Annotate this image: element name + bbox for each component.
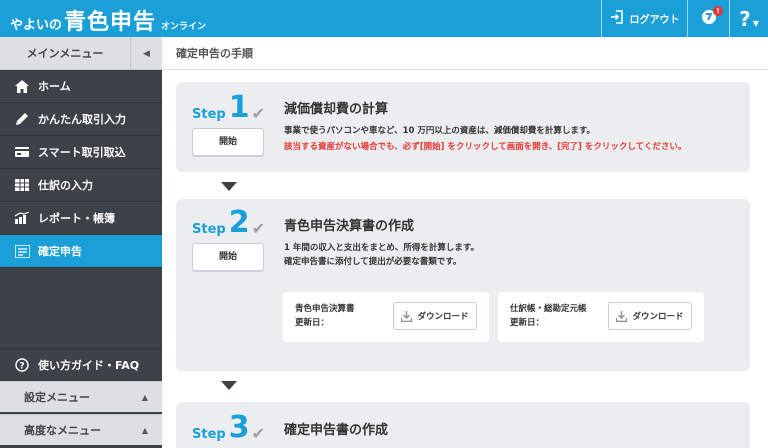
step2-desc-line: 1 年間の収入と支出をまとめ、所得を計算します。 [284, 243, 480, 253]
step1-description: 事業で使うパソコンや車など、10 万円以上の資産は、減価償却費を計算します。 [284, 126, 596, 136]
faq-label: 使い方ガイド・FAQ [38, 359, 140, 372]
step2-description: 1 年間の収入と支出をまとめ、所得を計算します。 確定申告書に添付して提出が必要… [284, 241, 479, 269]
download-label: ダウンロード [632, 312, 684, 322]
sidebar-item-label: レポート・帳簿 [38, 212, 115, 225]
card-icon [14, 145, 30, 159]
step2-desc-line: 確定申告書に添付して提出が必要な書類です。 [284, 257, 462, 267]
step1-warning: 該当する資産がない場合でも、必ず[開始] をクリックして画面を開き、[完了] を… [284, 142, 687, 152]
pen-icon [14, 112, 30, 126]
step2-start-button[interactable]: 開始 [192, 243, 264, 271]
step-number: 3 [228, 410, 250, 445]
logout-button[interactable]: ログアウト [601, 0, 687, 37]
flow-arrow-icon [221, 182, 237, 191]
check-icon: ✔ [251, 104, 265, 123]
main-content: 確定申告の手順 Step 1 ✔ 開始 減価償却費の計算 事業で使うパソコンや車… [162, 37, 768, 448]
logo-title: 青色申告 [64, 10, 157, 35]
download-box-statement: 青色申告決算書 更新日： ダウンロード [283, 292, 489, 342]
advanced-menu-toggle[interactable]: 高度なメニュー ▲ [0, 414, 162, 445]
logout-icon [610, 10, 624, 27]
logout-label: ログアウト [629, 15, 680, 26]
sidebar-item-label: かんたん取引入力 [38, 113, 126, 126]
check-icon: ✔ [251, 424, 265, 443]
download-box-ledger: 仕訳帳・総勘定元帳 更新日： ダウンロード [498, 292, 704, 342]
question-circle-icon: ? [14, 358, 30, 372]
sidebar-item-reports[interactable]: レポート・帳簿 [0, 202, 162, 235]
step-word: Step [192, 107, 226, 122]
step3-title: 確定申告書の作成 [284, 423, 389, 438]
download-info: 仕訳帳・総勘定元帳 更新日： [510, 302, 587, 330]
chevron-down-icon: ▼ [752, 19, 759, 28]
document-icon [14, 244, 30, 258]
step-word: Step [192, 222, 226, 237]
main-menu-header: メインメニュー ◀ [0, 37, 162, 70]
collapse-sidebar-button[interactable]: ◀ [130, 37, 162, 70]
logo-prefix: やよいの [10, 18, 63, 33]
download-button[interactable]: ダウンロード [393, 302, 477, 330]
step2-title: 青色申告決算書の作成 [284, 219, 415, 234]
download-button[interactable]: ダウンロード [608, 302, 692, 330]
svg-text:?: ? [19, 362, 24, 372]
sidebar-item-journal[interactable]: 仕訳の入力 [0, 169, 162, 202]
step-number: 2 [228, 205, 250, 240]
step3-card: Step 3 ✔ 確定申告書の作成 [176, 402, 750, 448]
step1-title: 減価償却費の計算 [284, 102, 389, 117]
download-icon [401, 310, 413, 322]
sidebar-item-tax-return[interactable]: 確定申告 [0, 235, 162, 268]
sidebar: メインメニュー ◀ ホーム かんたん取引入力 スマート取引取込 仕訳の入力 レポ… [0, 37, 162, 448]
chevron-up-icon: ▲ [141, 426, 148, 435]
step2-label: Step 2 ✔ [192, 205, 265, 240]
notification-badge: ! [713, 6, 723, 16]
sidebar-item-label: 仕訳の入力 [38, 179, 93, 192]
main-menu-title: メインメニュー [26, 47, 104, 60]
step1-card: Step 1 ✔ 開始 減価償却費の計算 事業で使うパソコンや車など、10 万円… [176, 82, 750, 172]
document-name: 青色申告決算書 [295, 304, 355, 314]
chevron-up-icon: ▲ [141, 393, 148, 402]
help-button[interactable]: ? ▼ [729, 0, 768, 37]
updated-date: 更新日： [295, 318, 330, 328]
step-number: 1 [228, 90, 250, 125]
step-word: Step [192, 427, 226, 442]
sidebar-item-faq[interactable]: ? 使い方ガイド・FAQ [0, 348, 162, 381]
sidebar-item-easy-entry[interactable]: かんたん取引入力 [0, 103, 162, 136]
home-icon [14, 79, 30, 93]
page-title: 確定申告の手順 [162, 37, 768, 70]
step3-label: Step 3 ✔ [192, 410, 265, 445]
app-logo[interactable]: やよいの 青色申告 オンライン [10, 4, 207, 35]
app-header: やよいの 青色申告 オンライン ログアウト ! ? ▼ [0, 0, 768, 37]
step1-start-button[interactable]: 開始 [192, 128, 264, 156]
logo-subtitle: オンライン [161, 22, 207, 32]
sidebar-item-smart-import[interactable]: スマート取引取込 [0, 136, 162, 169]
document-name: 仕訳帳・総勘定元帳 [510, 304, 587, 314]
updated-date: 更新日： [510, 318, 545, 328]
notification-button[interactable]: ! [687, 0, 729, 37]
settings-menu-toggle[interactable]: 設定メニュー ▲ [0, 381, 162, 412]
download-info: 青色申告決算書 更新日： [295, 302, 355, 330]
chart-icon [14, 211, 30, 225]
sidebar-item-label: 確定申告 [38, 245, 82, 258]
sidebar-item-home[interactable]: ホーム [0, 70, 162, 103]
help-icon: ? [739, 6, 751, 31]
download-label: ダウンロード [417, 312, 469, 322]
check-icon: ✔ [251, 219, 265, 238]
step2-card: Step 2 ✔ 開始 青色申告決算書の作成 1 年間の収入と支出をまとめ、所得… [176, 199, 750, 371]
settings-menu-label: 設定メニュー [24, 391, 90, 404]
download-icon [616, 310, 628, 322]
advanced-menu-label: 高度なメニュー [24, 424, 101, 437]
step1-label: Step 1 ✔ [192, 90, 265, 125]
flow-arrow-icon [221, 381, 237, 390]
ledger-icon [14, 178, 30, 192]
sidebar-item-label: スマート取引取込 [38, 146, 126, 159]
sidebar-item-label: ホーム [38, 80, 71, 93]
